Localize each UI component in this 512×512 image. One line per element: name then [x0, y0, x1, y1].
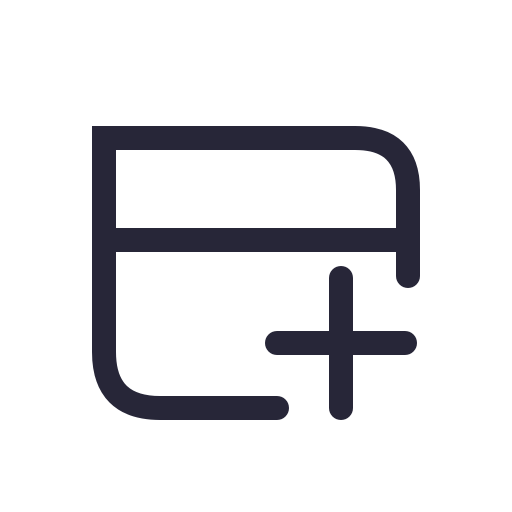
add-card-icon: [92, 126, 420, 420]
card-outline: [92, 126, 420, 420]
icon-canvas: [0, 0, 512, 512]
